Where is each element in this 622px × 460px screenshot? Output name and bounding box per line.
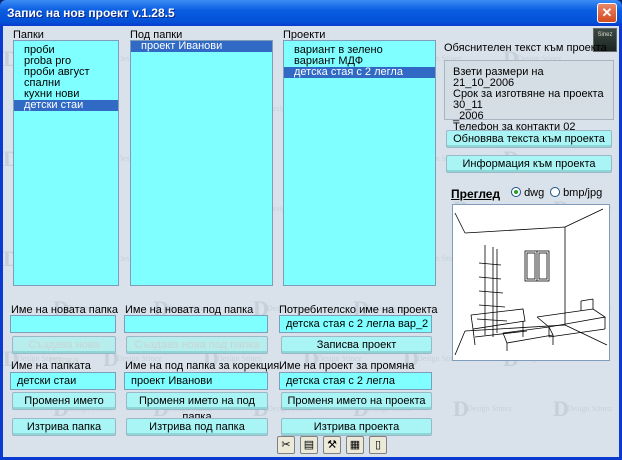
- delete-subfolder-button[interactable]: Изтрива под папка: [126, 418, 268, 436]
- folder-name-input[interactable]: детски стаи: [10, 372, 116, 390]
- save-project-button[interactable]: Записва проект: [281, 336, 432, 354]
- radio-bmp[interactable]: bmp/jpg: [550, 187, 602, 199]
- create-folder-button[interactable]: Създава нова папка: [12, 336, 116, 367]
- radio-dwg[interactable]: dwg: [511, 187, 544, 199]
- new-folder-input[interactable]: [10, 315, 116, 333]
- project-name-input[interactable]: детска стая с 2 легла: [279, 372, 432, 390]
- subfolder-name-input[interactable]: проект Иванови: [124, 372, 268, 390]
- tools-icon: ⚒: [327, 439, 337, 451]
- radio-bmp-indicator[interactable]: [550, 187, 560, 197]
- description-line: Срок за изготвяне на проекта 30_11: [453, 88, 604, 111]
- projects-list[interactable]: вариант в зелено вариант МДФ детска стая с…: [283, 40, 436, 286]
- create-subfolder-button[interactable]: Създава нова под папка: [126, 336, 268, 354]
- radio-bmp-label: bmp/jpg: [563, 187, 603, 199]
- close-icon: ✕: [601, 5, 613, 20]
- book-icon: ▦: [349, 439, 361, 451]
- book-button[interactable]: ▦: [346, 436, 364, 454]
- new-subfolder-input[interactable]: [124, 315, 268, 333]
- subfolder-name-label: Име на под папка за корекция.: [125, 360, 283, 372]
- clipboard-icon: ▤: [303, 439, 315, 451]
- delete-project-button[interactable]: Изтрива проекта: [281, 418, 432, 436]
- description-textbox[interactable]: Взети размери на 21_10_2006 Срок за изгот…: [444, 60, 614, 144]
- folders-list[interactable]: проби proba pro проби август спални кухни но…: [13, 40, 119, 286]
- room-drawing: [454, 208, 608, 356]
- rename-folder-button[interactable]: Променя името: [12, 392, 116, 410]
- application-window: Запис на нов проект v.1.28.5 ✕ DDesign S…: [0, 0, 622, 460]
- client-area: DDesign StinezDDesign StinezDDesign Stin…: [3, 26, 619, 457]
- subfolders-list[interactable]: проект Иванови: [130, 40, 273, 286]
- project-info-button[interactable]: Информация към проекта: [446, 155, 612, 173]
- preview-pane: [452, 204, 610, 361]
- scissors-button[interactable]: ✂: [277, 436, 295, 454]
- delete-folder-button[interactable]: Изтрива папка: [12, 418, 116, 436]
- folders-list-item[interactable]: детски стаи: [14, 100, 118, 111]
- rename-project-button[interactable]: Променя името на проекта: [281, 392, 432, 410]
- folder-name-label: Име на папката: [11, 360, 91, 372]
- document-icon: ▯: [374, 439, 382, 451]
- window-title: Запис на нов проект v.1.28.5: [7, 6, 175, 20]
- preview-label: Преглед: [451, 187, 501, 201]
- scissors-icon: ✂: [281, 439, 291, 451]
- close-button[interactable]: ✕: [597, 3, 617, 23]
- rename-subfolder-button[interactable]: Променя името на под папка: [126, 392, 268, 423]
- document-button[interactable]: ▯: [369, 436, 387, 454]
- subfolders-list-item[interactable]: проект Иванови: [131, 41, 272, 52]
- description-label: Обяснителен текст към проекта: [444, 42, 607, 54]
- title-bar[interactable]: Запис на нов проект v.1.28.5 ✕: [0, 0, 622, 26]
- project-name-label: Име на проект за промяна: [279, 360, 415, 372]
- clipboard-button[interactable]: ▤: [300, 436, 318, 454]
- radio-dwg-label: dwg: [524, 187, 545, 199]
- user-project-input[interactable]: детска стая с 2 легла вар_2: [279, 315, 432, 333]
- radio-dwg-indicator[interactable]: [511, 187, 521, 197]
- watermark: DDesign Stinez: [553, 396, 612, 421]
- description-line: Взети размери на 21_10_2006: [453, 66, 544, 89]
- watermark: DDesign Stinez: [453, 396, 512, 421]
- tools-button[interactable]: ⚒: [323, 436, 341, 454]
- projects-list-item[interactable]: детска стая с 2 легла: [284, 67, 435, 78]
- update-description-button[interactable]: Обновява текста към проекта: [446, 130, 612, 148]
